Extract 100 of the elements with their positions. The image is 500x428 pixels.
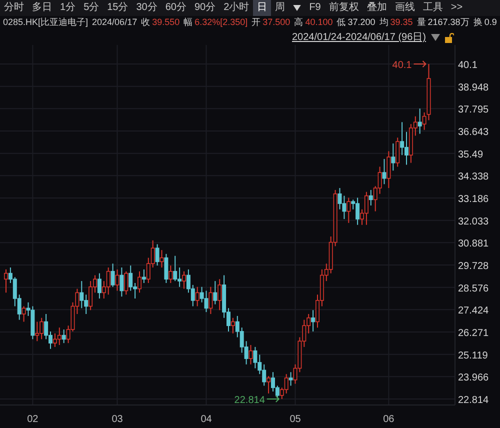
x-axis-label: 06 bbox=[383, 414, 394, 425]
candlestick bbox=[44, 314, 48, 340]
price-annotation: 40.1 bbox=[392, 60, 412, 71]
quote-value: 37.200 bbox=[348, 16, 376, 30]
period-tab[interactable]: 日 bbox=[253, 0, 272, 16]
candlestick bbox=[386, 150, 391, 189]
dropdown-triangle-icon[interactable] bbox=[431, 34, 440, 41]
quote-date: 2024/06/17 bbox=[92, 16, 138, 30]
candlestick bbox=[22, 306, 26, 322]
quote-value: 37.500 bbox=[262, 16, 290, 30]
period-tab[interactable]: 多日 bbox=[28, 0, 56, 16]
lock-icon[interactable] bbox=[445, 32, 454, 42]
candlestick bbox=[248, 344, 253, 365]
period-tab[interactable]: 分时 bbox=[0, 0, 28, 16]
period-tab[interactable]: 30分 bbox=[132, 0, 162, 16]
toolbar-button[interactable]: F9 bbox=[305, 0, 325, 16]
candlestick bbox=[418, 108, 422, 134]
period-tab[interactable]: 周 bbox=[271, 0, 290, 16]
candlestick bbox=[266, 376, 271, 394]
candlestick bbox=[57, 327, 62, 346]
candlestick bbox=[97, 272, 102, 299]
candlestick bbox=[364, 191, 368, 226]
candlestick bbox=[168, 265, 173, 284]
y-axis-label: 28.576 bbox=[458, 283, 489, 294]
quote-value: 0.9 bbox=[484, 16, 497, 30]
candlestick bbox=[62, 329, 66, 344]
y-axis-label: 25.119 bbox=[458, 350, 488, 362]
period-tab[interactable]: 2小时 bbox=[220, 0, 254, 16]
quote-value: 39.35 bbox=[390, 16, 413, 30]
candlestick bbox=[182, 270, 186, 290]
quote-label: 均 bbox=[379, 16, 388, 30]
x-axis-label: 05 bbox=[290, 414, 301, 425]
x-axis-label: 02 bbox=[27, 414, 38, 425]
y-axis-label: 38.948 bbox=[458, 82, 489, 94]
quote-label: 换 bbox=[473, 16, 482, 30]
quote-label: 开 bbox=[252, 16, 261, 30]
quote-label: 低 bbox=[336, 16, 346, 30]
toolbar-button[interactable]: 工具 bbox=[418, 0, 447, 16]
candlestick bbox=[173, 255, 178, 282]
candlestick bbox=[204, 290, 208, 313]
quote-label: 幅 bbox=[184, 16, 193, 30]
y-axis-label: 32.033 bbox=[458, 216, 489, 228]
candlestick bbox=[284, 374, 288, 394]
y-axis-label: 23.966 bbox=[458, 372, 489, 384]
candlestick bbox=[346, 197, 351, 224]
y-axis-label: 34.338 bbox=[458, 172, 489, 183]
candlestick bbox=[382, 158, 386, 185]
candlestick bbox=[106, 266, 110, 296]
candlestick bbox=[396, 137, 400, 168]
candlestick bbox=[155, 244, 160, 266]
period-tab[interactable]: 1分 bbox=[56, 0, 80, 16]
candlestick bbox=[80, 280, 84, 309]
candlestick bbox=[115, 268, 120, 292]
candlestick bbox=[88, 280, 93, 311]
toolbar-button[interactable]: 叠加 bbox=[362, 0, 391, 16]
y-axis-label: 26.271 bbox=[458, 328, 489, 339]
candlestick bbox=[160, 250, 164, 268]
candlestick bbox=[311, 310, 316, 332]
candlestick bbox=[128, 265, 133, 292]
date-range[interactable]: 2024/01/24-2024/06/17 (96日) bbox=[292, 30, 426, 45]
y-axis-label: 35.49 bbox=[458, 149, 484, 160]
candlestick bbox=[110, 263, 115, 288]
arrow-icon bbox=[413, 60, 426, 68]
period-tab[interactable]: 60分 bbox=[161, 0, 190, 16]
candlestick bbox=[124, 270, 128, 296]
quote-value: 40.100 bbox=[305, 16, 333, 30]
quote-label: 高 bbox=[294, 16, 304, 30]
period-tab[interactable]: 5分 bbox=[80, 0, 104, 16]
candlestick bbox=[164, 253, 168, 284]
y-axis-label: 29.728 bbox=[458, 261, 489, 272]
quote-value: 6.32%[2.350] bbox=[194, 16, 248, 30]
candlestick bbox=[142, 268, 146, 284]
toolbar-button[interactable]: 画线 bbox=[390, 0, 419, 16]
y-axis-label: 40.1 bbox=[458, 60, 478, 71]
candlestick bbox=[120, 266, 124, 298]
quote-label: 量 bbox=[416, 16, 426, 30]
period-tab[interactable]: 90分 bbox=[190, 0, 220, 16]
y-axis-label: 22.814 bbox=[458, 395, 489, 406]
candlestick bbox=[218, 278, 222, 311]
candlestick bbox=[391, 142, 396, 172]
toolbar-button[interactable]: 前复权 bbox=[324, 0, 363, 16]
stock-symbol: 0285.HK[比亚迪电子] bbox=[3, 16, 88, 30]
candlestick bbox=[195, 286, 200, 307]
candlestick bbox=[4, 268, 8, 294]
candlestick bbox=[368, 189, 373, 206]
y-axis-label: 30.881 bbox=[458, 238, 489, 250]
price-annotation: 22.814 bbox=[234, 395, 265, 406]
candlestick bbox=[230, 317, 235, 334]
candlestick bbox=[253, 346, 258, 369]
y-axis-label: 36.643 bbox=[458, 127, 489, 138]
toolbar-button[interactable]: >> bbox=[446, 0, 467, 16]
x-axis-label: 03 bbox=[112, 414, 123, 425]
caret-icon[interactable] bbox=[293, 5, 302, 11]
x-axis-label: 04 bbox=[200, 414, 212, 425]
quote-label: 收 bbox=[141, 16, 150, 30]
period-tab[interactable]: 15分 bbox=[103, 0, 132, 16]
candlestick bbox=[213, 280, 218, 305]
candlestick bbox=[288, 372, 293, 386]
quote-value: 2167.38万 bbox=[428, 16, 470, 30]
candlestick bbox=[138, 270, 142, 294]
